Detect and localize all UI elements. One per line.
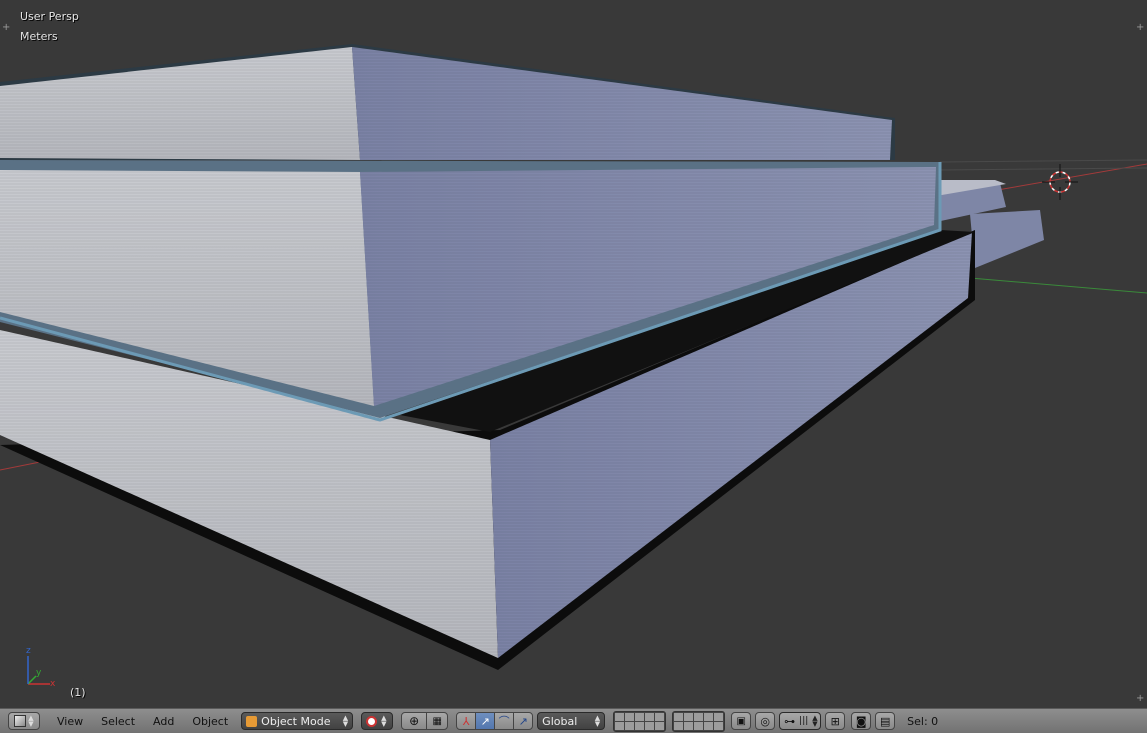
- scale-manipulator-button[interactable]: ↗: [513, 712, 534, 730]
- grid-line: [939, 159, 1147, 163]
- frame-label: (1): [70, 686, 86, 699]
- selection-count: Sel: 0: [907, 714, 939, 728]
- viewport-shading-dropdown[interactable]: ▲ ▼: [361, 712, 394, 730]
- manipulator-toggle-button[interactable]: ⅄: [456, 712, 477, 730]
- proportional-edit-icon: ◎: [760, 714, 770, 728]
- updown-arrows-icon: ▲ ▼: [812, 714, 818, 728]
- camera-icon: ◙: [855, 714, 867, 728]
- menu-view[interactable]: View: [50, 715, 90, 728]
- lock-layers-button[interactable]: ▣: [731, 712, 752, 730]
- scale-arrow-icon: ↗: [518, 714, 528, 728]
- units-label: Meters: [20, 30, 58, 43]
- view-label: User Persp: [20, 10, 79, 23]
- top-book-pages-front-lines: [352, 47, 892, 160]
- render-opengl-button[interactable]: ◙: [851, 712, 872, 730]
- region-toggle-top-right-icon[interactable]: +: [1136, 23, 1144, 33]
- layer-buttons-group-2[interactable]: [672, 710, 726, 732]
- axis-label-x: x: [50, 679, 56, 689]
- viewport-header: ▲ ▼ View Select Add Object Object Mode ▲ ▼…: [0, 708, 1147, 733]
- orientation-label: Global: [542, 714, 578, 728]
- 3d-viewport[interactable]: z y x User Persp Meters (1) + + +: [0, 0, 1147, 708]
- axis-label-z: z: [26, 646, 31, 656]
- updown-arrows-icon: ▲ ▼: [28, 714, 34, 728]
- rotate-manipulator-button[interactable]: ⌒: [494, 712, 515, 730]
- region-toggle-bottom-right-icon[interactable]: +: [1136, 694, 1144, 704]
- axis-y-line: [969, 277, 1147, 294]
- far-book-mid: [970, 210, 1044, 268]
- shading-solid-icon: [366, 715, 378, 727]
- menu-add[interactable]: Add: [146, 715, 181, 728]
- manipulate-center-button[interactable]: ▦: [426, 712, 449, 730]
- translate-arrow-icon: ↗: [480, 714, 490, 728]
- clapperboard-icon: ▤: [879, 714, 891, 728]
- mode-dropdown[interactable]: Object Mode ▲ ▼: [241, 712, 354, 730]
- region-toggle-top-left-icon[interactable]: +: [2, 23, 10, 33]
- proportional-edit-button[interactable]: ◎: [755, 712, 776, 730]
- layer-buttons-group-1[interactable]: [613, 710, 667, 732]
- snap-increment-icon: |||: [799, 716, 809, 726]
- rotate-arc-icon: ⌒: [498, 715, 510, 728]
- axis-label-y: y: [36, 668, 42, 678]
- scene-render[interactable]: z y x: [0, 0, 1147, 708]
- axis-x-line-left: [0, 461, 41, 471]
- cube-icon: [14, 715, 27, 727]
- updown-arrows-icon: ▲ ▼: [594, 714, 601, 728]
- editor-type-selector[interactable]: ▲ ▼: [8, 712, 40, 730]
- lock-camera-icon: ▣: [736, 715, 746, 727]
- snap-element-dropdown[interactable]: ⊶ ||| ▲ ▼: [779, 712, 822, 730]
- mode-label: Object Mode: [261, 714, 331, 728]
- pivot-point-button[interactable]: ⊕: [401, 712, 428, 730]
- updown-arrows-icon: ▲ ▼: [381, 714, 387, 728]
- menu-object[interactable]: Object: [185, 715, 235, 728]
- snap-target-button[interactable]: ⊞: [825, 712, 846, 730]
- magnet-icon: ⊶: [784, 714, 796, 728]
- translate-manipulator-button[interactable]: ↗: [475, 712, 496, 730]
- manipulator-icon: ⅄: [462, 714, 470, 728]
- orientation-dropdown[interactable]: Global ▲ ▼: [537, 712, 606, 730]
- object-mode-icon: [246, 715, 258, 727]
- updown-arrows-icon: ▲ ▼: [342, 714, 349, 728]
- pivot-icon: ⊕: [409, 714, 420, 728]
- render-animation-button[interactable]: ▤: [875, 712, 896, 730]
- center-points-icon: ▦: [432, 715, 442, 727]
- snap-target-icon: ⊞: [830, 714, 840, 728]
- menu-select[interactable]: Select: [94, 715, 142, 728]
